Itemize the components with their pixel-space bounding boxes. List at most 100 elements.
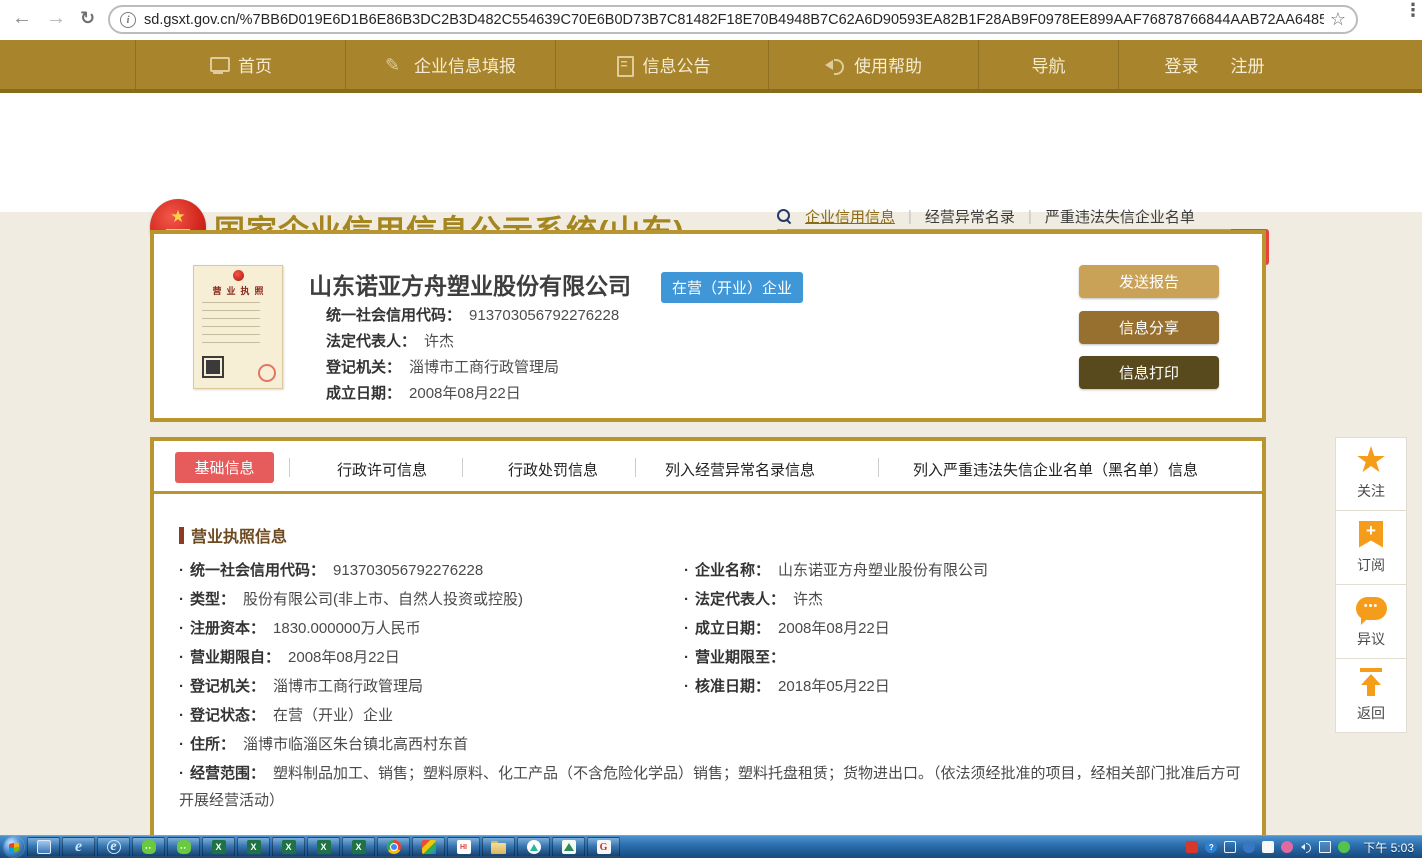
excel-button-3[interactable] [272,837,305,857]
field-term-to: 营业期限至： [684,644,1189,671]
nav-item-home[interactable]: 首页 [135,40,345,89]
start-button[interactable] [3,837,25,858]
estate-app-button[interactable] [552,837,585,857]
person-icon[interactable] [1243,841,1255,853]
help-icon[interactable] [1205,841,1217,853]
tab-blacklist[interactable]: 列入严重违法失信企业名单（黑名单）信息 [913,459,1198,480]
taskbar-clock[interactable]: 下午 5:03 [1363,839,1414,856]
wechat-button[interactable] [132,837,165,857]
nav-item-login-register: 登录 注册 [1118,40,1310,89]
address-bar[interactable]: sd.gsxt.gov.cn/%7BB6D019E6D1B6E86B3DC2B3… [108,5,1358,34]
separator [289,458,290,477]
field-registration-status: 登记状态：在营（开业）企业 [179,702,684,729]
wechat-button-2[interactable] [167,837,200,857]
field-credit-code: 统一社会信用代码：913703056792276228 [326,303,619,329]
chrome-icon [387,840,401,854]
business-license-thumbnail[interactable]: 营业执照 [193,265,283,389]
license-title: 营业执照 [194,284,282,297]
send-report-button[interactable]: 发送报告 [1079,265,1219,298]
app-red-icon[interactable] [1186,841,1198,853]
separator: | [908,208,912,225]
section-marker [179,527,184,544]
search-tab-abnormal-list[interactable]: 经营异常名录 [925,206,1015,227]
tab-administrative-license[interactable]: 行政许可信息 [337,459,427,480]
separator [462,458,463,477]
refresh-button[interactable]: ↻ [80,8,95,29]
pink-person-icon[interactable] [1281,841,1293,853]
share-info-button[interactable]: 信息分享 [1079,311,1219,344]
volume-icon[interactable] [1300,841,1312,853]
red-g-app-button[interactable] [587,837,620,857]
chat-bubble-icon [1356,597,1387,620]
company-key-fields: 统一社会信用代码：913703056792276228 法定代表人：许杰 登记机… [326,303,619,407]
follow-tool[interactable]: 关注 [1335,437,1407,511]
ie-page-icon [107,840,121,854]
excel-button-2[interactable] [237,837,270,857]
field-company-name: 企业名称：山东诺亚方舟塑业股份有限公司 [684,557,1189,584]
folder-icon [491,843,506,854]
excel-button-4[interactable] [307,837,340,857]
company-name: 山东诺亚方舟塑业股份有限公司 [309,267,631,301]
field-type: 类型：股份有限公司(非上市、自然人投资或控股) [179,586,684,613]
url-text: sd.gsxt.gov.cn/%7BB6D019E6D1B6E86B3DC2B3… [144,12,1324,28]
search-tab-blacklist[interactable]: 严重违法失信企业名单 [1045,206,1195,227]
tab-administrative-penalty[interactable]: 行政处罚信息 [508,459,598,480]
back-button[interactable]: ← [12,7,32,30]
excel-icon [282,840,296,854]
nav-label: 信息公告 [643,52,711,77]
register-link[interactable]: 注册 [1231,52,1265,77]
field-registration-authority: 登记机关：淄博市工商行政管理局 [326,355,619,381]
field-credit-code: 统一社会信用代码：913703056792276228 [179,557,684,584]
desktop-app-button[interactable] [27,837,60,857]
tab-basic-info[interactable]: 基础信息 [175,452,274,483]
print-info-button[interactable]: 信息打印 [1079,356,1219,389]
detail-tabs: 基础信息 行政许可信息 行政处罚信息 列入经营异常名录信息 列入严重违法失信企业… [154,441,1262,494]
window-icon[interactable] [1224,841,1236,853]
ie-icon [72,840,86,854]
excel-icon [212,840,226,854]
photos-app-button[interactable] [412,837,445,857]
field-approval-date: 核准日期：2018年05月22日 [684,673,1189,700]
bookmark-star-icon[interactable] [1330,9,1346,30]
company-summary-card: 营业执照 山东诺亚方舟塑业股份有限公司 在营（开业）企业 统一社会信用代码：91… [150,230,1266,422]
browser-chrome: ← → ↻ sd.gsxt.gov.cn/%7BB6D019E6D1B6E86B… [0,0,1422,40]
red-g-icon[interactable] [1262,841,1274,853]
network-icon[interactable] [1319,841,1331,853]
forward-button[interactable]: → [46,7,66,30]
nav-label: 导航 [1032,52,1066,77]
hi-app-button[interactable] [447,837,480,857]
nav-item-enterprise-filing[interactable]: 企业信息填报 [345,40,555,89]
drive-app-button[interactable] [517,837,550,857]
field-address: 住所：淄博市临淄区朱台镇北高西村东首 [179,731,1241,758]
estate-app-icon [562,840,576,854]
site-header: ★ 国家企业信用信息公示系统(山东) National Enterprise C… [0,93,1422,212]
browser-menu-icon[interactable]: ⋮ [1404,6,1412,15]
search-tab-credit-info[interactable]: 企业信用信息 [805,206,895,227]
dispute-tool[interactable]: 异议 [1335,585,1407,659]
monitor-icon [209,56,229,74]
ie-app-button[interactable] [62,837,95,857]
page-info-icon[interactable] [120,12,136,28]
tab-abnormal-operation-list[interactable]: 列入经营异常名录信息 [665,459,815,480]
excel-button-5[interactable] [342,837,375,857]
excel-button-1[interactable] [202,837,235,857]
system-tray: 下午 5:03 [1186,839,1414,856]
nav-item-navigation[interactable]: 导航 [978,40,1118,89]
subscribe-tool[interactable]: 订阅 [1335,511,1407,585]
nav-item-announcements[interactable]: 信息公告 [555,40,768,89]
bookmark-plus-icon [1359,521,1383,548]
chrome-button[interactable] [377,837,410,857]
wechat-tray-icon[interactable] [1338,841,1350,853]
license-fields: 统一社会信用代码：913703056792276228 企业名称：山东诺亚方舟塑… [179,557,1241,814]
field-registration-authority: 登记机关：淄博市工商行政管理局 [179,673,684,700]
nav-item-help[interactable]: 使用帮助 [768,40,978,89]
folder-button[interactable] [482,837,515,857]
login-link[interactable]: 登录 [1165,52,1199,77]
windows-taskbar: 下午 5:03 [0,835,1422,858]
back-to-top-icon [1359,668,1383,696]
back-to-top-tool[interactable]: 返回 [1335,659,1407,733]
ie-page-button[interactable] [97,837,130,857]
excel-icon [352,840,366,854]
red-seal [258,364,276,382]
red-g-app-icon [597,840,611,854]
